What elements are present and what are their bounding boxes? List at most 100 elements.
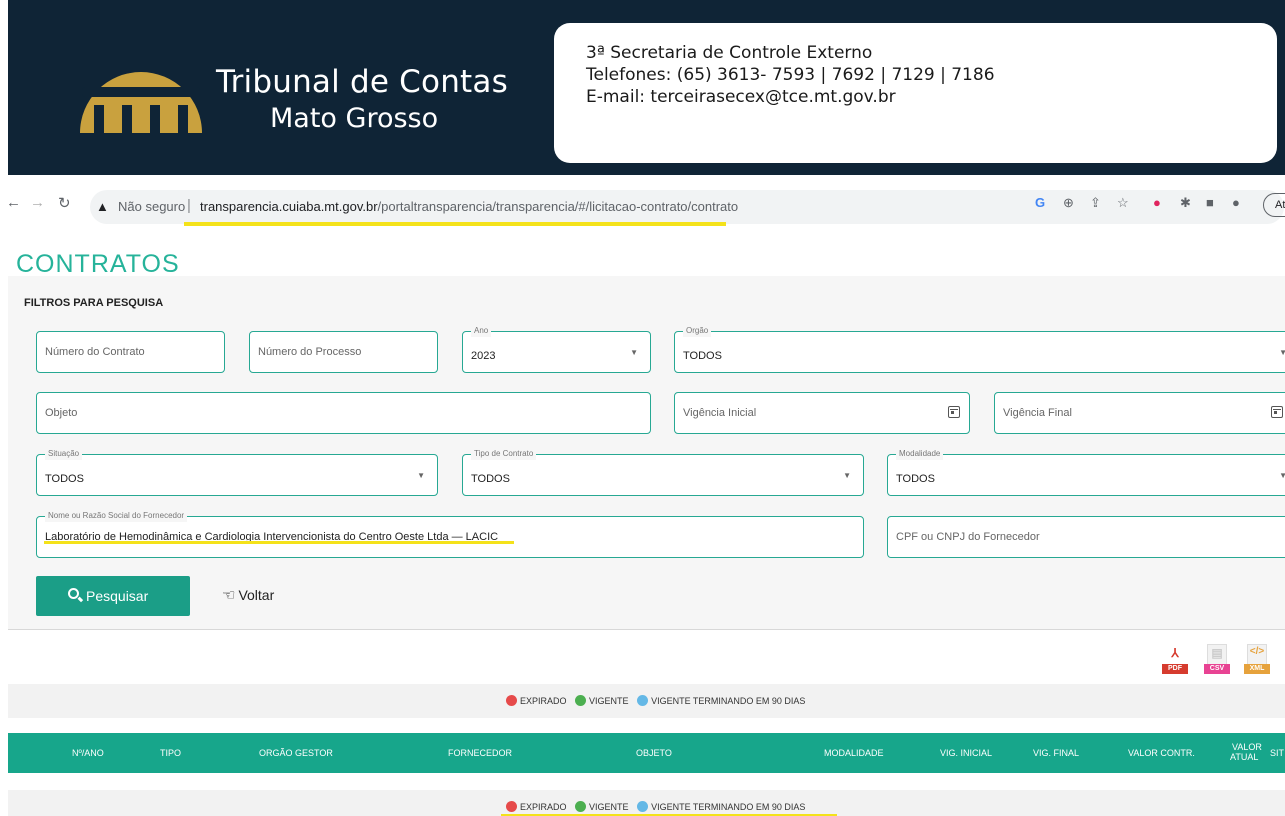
- ano-label: Ano: [471, 325, 492, 337]
- objeto-placeholder: Objeto: [45, 407, 78, 419]
- address-bar[interactable]: ▲ Não seguro | transparencia.cuiaba.mt.g…: [90, 190, 1284, 224]
- col-objeto[interactable]: OBJETO: [636, 748, 672, 758]
- legend-expirado-label: EXPIRADO: [520, 802, 567, 812]
- legend-expirado: EXPIRADO: [506, 801, 567, 812]
- orgao-select[interactable]: Orgão TODOS ▼: [674, 325, 1285, 373]
- back-button-label: Voltar: [238, 587, 275, 603]
- table-header: Nº/ANO TIPO ORGÃO GESTOR FORNECEDOR OBJE…: [8, 733, 1285, 773]
- fornecedor-highlight: [44, 541, 514, 544]
- google-icon[interactable]: G: [1035, 195, 1045, 210]
- modalidade-label: Modalidade: [896, 448, 944, 460]
- update-button[interactable]: At: [1263, 193, 1285, 217]
- red-dot-icon: [506, 801, 517, 812]
- vigencia-inicial-placeholder: Vigência Inicial: [683, 407, 757, 419]
- numero-contrato-input[interactable]: Número do Contrato: [36, 331, 225, 373]
- warning-icon[interactable]: ▲: [96, 199, 109, 214]
- situacao-value: TODOS: [45, 473, 84, 485]
- chevron-down-icon: ▼: [417, 471, 425, 480]
- chevron-down-icon: ▼: [1279, 471, 1285, 480]
- col-tipo[interactable]: TIPO: [160, 748, 181, 758]
- back-button[interactable]: ☜ Voltar: [222, 586, 274, 604]
- tipo-contrato-select[interactable]: Tipo de Contrato TODOS ▼: [462, 448, 864, 496]
- orgao-value: TODOS: [683, 350, 722, 362]
- red-dot-icon: [506, 695, 517, 706]
- tipo-contrato-label: Tipo de Contrato: [471, 448, 537, 460]
- modalidade-value: TODOS: [896, 473, 935, 485]
- vigencia-final-placeholder: Vigência Final: [1003, 407, 1072, 419]
- security-label[interactable]: Não seguro: [118, 199, 185, 214]
- zoom-icon[interactable]: ⊕: [1063, 195, 1074, 211]
- numero-contrato-placeholder: Número do Contrato: [45, 346, 145, 358]
- tipo-contrato-value: TODOS: [471, 473, 510, 485]
- url-highlight: [184, 222, 726, 226]
- url-text[interactable]: transparencia.cuiaba.mt.gov.br/portaltra…: [200, 199, 738, 214]
- col-orgao-gestor[interactable]: ORGÃO GESTOR: [259, 748, 333, 758]
- xml-label: XML: [1244, 664, 1270, 674]
- numero-processo-input[interactable]: Número do Processo: [249, 331, 438, 373]
- legend: EXPIRADO VIGENTE VIGENTE TERMINANDO EM 9…: [506, 801, 811, 812]
- export-csv-button[interactable]: ▤ CSV: [1204, 644, 1230, 676]
- sidepanel-icon[interactable]: ■: [1206, 195, 1214, 210]
- extension-icon[interactable]: ●: [1153, 195, 1161, 210]
- cpf-cnpj-placeholder: CPF ou CNPJ do Fornecedor: [896, 531, 1040, 543]
- back-arrow-icon[interactable]: ←: [6, 194, 21, 211]
- legend-vigente: VIGENTE: [575, 695, 629, 706]
- puzzle-icon[interactable]: ✱: [1180, 195, 1191, 211]
- col-numero-ano[interactable]: Nº/ANO: [72, 748, 104, 758]
- blue-dot-icon: [637, 801, 649, 812]
- search-button-label: Pesquisar: [86, 588, 149, 604]
- chevron-down-icon: ▼: [843, 471, 851, 480]
- search-button[interactable]: Pesquisar: [36, 576, 190, 616]
- legend-terminando-label: VIGENTE TERMINANDO EM 90 DIAS: [651, 696, 806, 706]
- reload-icon[interactable]: ↻: [58, 194, 71, 212]
- orgao-label: Orgão: [683, 325, 712, 337]
- col-valor-contr[interactable]: VALOR CONTR.: [1128, 748, 1195, 758]
- filters-panel: FILTROS PARA PESQUISA Número do Contrato…: [8, 276, 1285, 630]
- export-pdf-button[interactable]: ⅄ PDF: [1162, 644, 1188, 676]
- col-valor-atual-line1[interactable]: VALOR: [1232, 742, 1262, 752]
- situacao-label: Situação: [45, 448, 83, 460]
- pdf-label: PDF: [1162, 664, 1188, 674]
- vigencia-final-input[interactable]: Vigência Final: [994, 392, 1285, 434]
- legend-vigente-label: VIGENTE: [589, 802, 629, 812]
- objeto-input[interactable]: Objeto: [36, 392, 651, 434]
- contact-department: 3ª Secretaria de Controle Externo: [586, 43, 873, 63]
- star-icon[interactable]: ☆: [1117, 195, 1129, 211]
- ano-select[interactable]: Ano 2023 ▼: [462, 325, 651, 373]
- cpf-cnpj-input[interactable]: CPF ou CNPJ do Fornecedor: [887, 516, 1285, 558]
- header-banner: Tribunal de Contas Mato Grosso 3ª Secret…: [8, 0, 1285, 175]
- url-path: /portaltransparencia/transparencia/#/lic…: [377, 199, 739, 214]
- col-modalidade[interactable]: MODALIDADE: [824, 748, 884, 758]
- browser-toolbar: ← → ↻ ▲ Não seguro | transparencia.cuiab…: [0, 186, 1285, 228]
- page-title: CONTRATOS: [16, 250, 180, 278]
- col-vig-inicial[interactable]: VIG. INICIAL: [940, 748, 992, 758]
- search-icon: [68, 588, 79, 599]
- calendar-icon[interactable]: [1271, 406, 1283, 418]
- profile-icon[interactable]: ●: [1232, 195, 1240, 210]
- legend-terminando: VIGENTE TERMINANDO EM 90 DIAS: [637, 695, 806, 706]
- legend: EXPIRADO VIGENTE VIGENTE TERMINANDO EM 9…: [506, 695, 811, 706]
- share-icon[interactable]: ⇪: [1090, 195, 1101, 211]
- col-vig-final[interactable]: VIG. FINAL: [1033, 748, 1079, 758]
- forward-arrow-icon[interactable]: →: [30, 194, 45, 211]
- export-xml-button[interactable]: </> XML: [1244, 644, 1270, 676]
- legend-expirado: EXPIRADO: [506, 695, 567, 706]
- col-valor-atual-line2[interactable]: ATUAL: [1230, 752, 1258, 762]
- fornecedor-input[interactable]: Nome ou Razão Social do Fornecedor Labor…: [36, 510, 864, 558]
- csv-label: CSV: [1204, 664, 1230, 674]
- legend-expirado-label: EXPIRADO: [520, 696, 567, 706]
- modalidade-select[interactable]: Modalidade TODOS ▼: [887, 448, 1285, 496]
- org-name: Tribunal de Contas: [216, 64, 508, 100]
- url-separator: |: [187, 197, 191, 214]
- pdf-icon: ⅄: [1171, 646, 1179, 660]
- situacao-select[interactable]: Situação TODOS ▼: [36, 448, 438, 496]
- blue-dot-icon: [637, 695, 649, 706]
- numero-processo-placeholder: Número do Processo: [258, 346, 362, 358]
- green-dot-icon: [575, 801, 587, 812]
- filters-title: FILTROS PARA PESQUISA: [24, 297, 164, 309]
- col-situacao[interactable]: SIT: [1270, 748, 1284, 758]
- vigencia-inicial-input[interactable]: Vigência Inicial: [674, 392, 970, 434]
- hand-pointer-icon: ☜: [222, 587, 236, 604]
- calendar-icon[interactable]: [948, 406, 960, 418]
- col-fornecedor[interactable]: FORNECEDOR: [448, 748, 512, 758]
